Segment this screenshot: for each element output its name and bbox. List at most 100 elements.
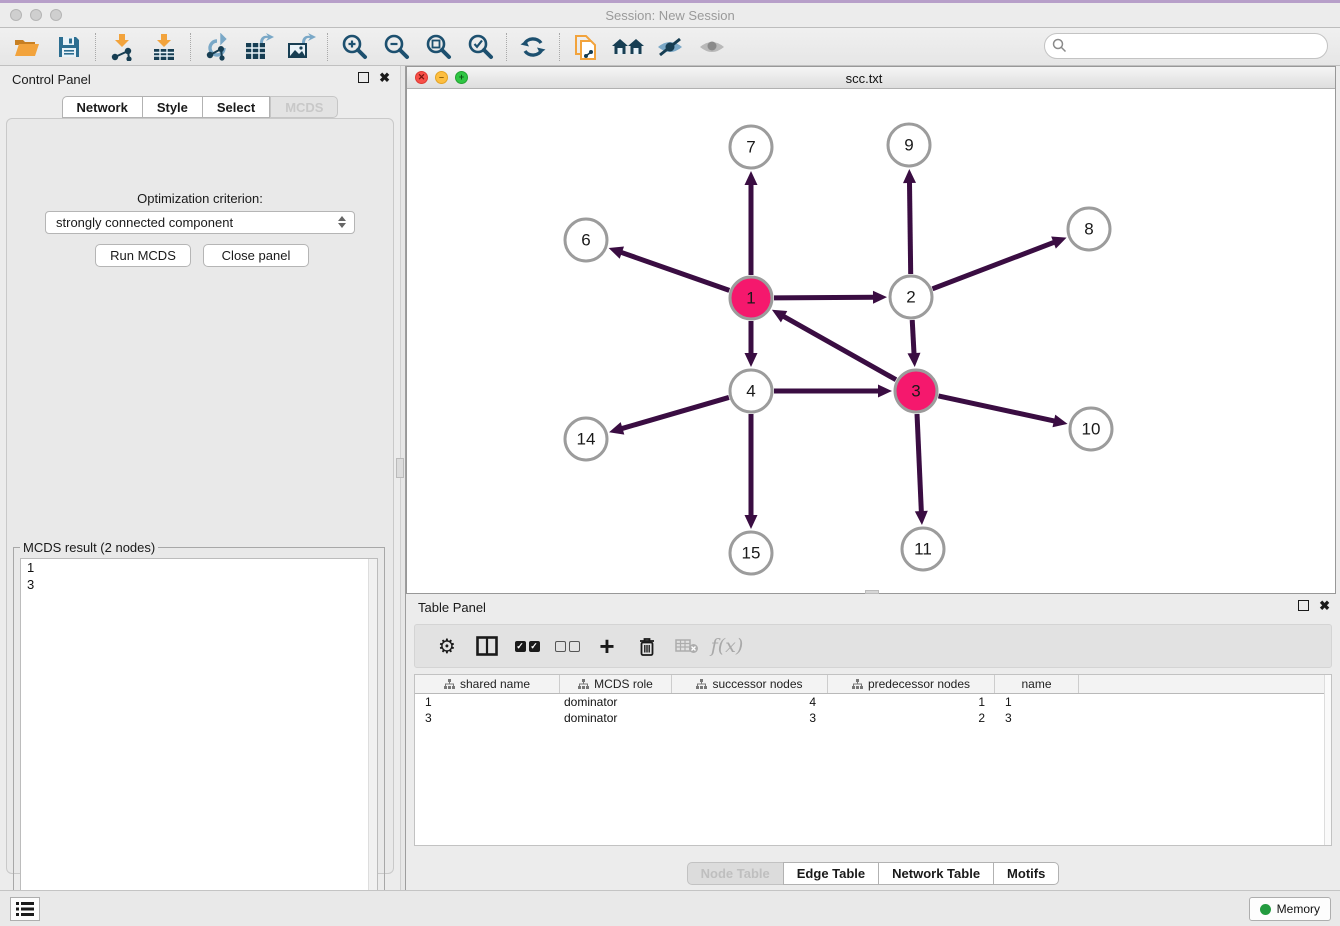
cell-predecessor-nodes: 2: [828, 710, 995, 726]
network-window-titlebar[interactable]: ✕ – + scc.txt: [407, 67, 1335, 89]
dropdown-stepper-icon: [338, 216, 346, 228]
open-file-button[interactable]: [6, 31, 48, 63]
cell-name: 3: [995, 710, 1079, 726]
tab-select[interactable]: Select: [202, 96, 270, 118]
graph-edge-3-1[interactable]: [782, 316, 896, 380]
graph-node-label: 6: [581, 231, 590, 250]
table-row[interactable]: 3 dominator 3 2 3: [415, 710, 1331, 726]
float-table-panel-icon[interactable]: [1298, 600, 1309, 611]
add-column-button[interactable]: +: [589, 629, 625, 663]
graph-arrowhead: [915, 511, 928, 525]
zoom-fit-button[interactable]: [417, 31, 459, 63]
column-header-mcds-role[interactable]: MCDS role: [560, 675, 672, 693]
table-row[interactable]: 1 dominator 4 1 1: [415, 694, 1331, 710]
delete-table-button[interactable]: [669, 629, 705, 663]
save-session-button[interactable]: [48, 31, 90, 63]
graph-edge-2-9[interactable]: [909, 181, 910, 274]
zoom-selected-button[interactable]: [459, 31, 501, 63]
run-mcds-button[interactable]: Run MCDS: [95, 244, 191, 267]
clone-network-button[interactable]: [565, 31, 607, 63]
delete-column-button[interactable]: [629, 629, 665, 663]
graph-edge-3-10[interactable]: [938, 396, 1055, 421]
memory-button[interactable]: Memory: [1249, 897, 1331, 921]
export-table-button[interactable]: [238, 31, 280, 63]
splitter-handle-icon[interactable]: [396, 458, 404, 478]
delete-table-icon: [675, 638, 699, 654]
fx-icon: f(x): [711, 635, 744, 657]
show-all-button[interactable]: [691, 31, 733, 63]
mcds-result-line: 3: [21, 576, 377, 593]
column-header-name[interactable]: name: [995, 675, 1079, 693]
zoom-in-button[interactable]: [333, 31, 375, 63]
trash-icon: [638, 636, 656, 657]
graph-edge-1-2[interactable]: [774, 297, 875, 298]
column-header-successor-nodes[interactable]: successor nodes: [672, 675, 828, 693]
mcds-result-textarea[interactable]: 1 3: [20, 558, 378, 916]
graph-arrowhead: [745, 353, 758, 367]
graph-node-label: 1: [746, 289, 755, 308]
hierarchy-icon: [696, 679, 707, 689]
graph-arrowhead: [907, 353, 920, 367]
home-layout-button[interactable]: [607, 31, 649, 63]
mcds-panel-content: Optimization criterion: strongly connect…: [6, 118, 394, 874]
deselect-all-button[interactable]: [549, 629, 585, 663]
zoom-in-icon: [340, 33, 368, 61]
close-panel-icon[interactable]: ✖: [379, 72, 390, 83]
import-network-button[interactable]: [101, 31, 143, 63]
close-table-panel-icon[interactable]: ✖: [1319, 600, 1330, 611]
graph-edge-4-14[interactable]: [621, 397, 729, 429]
export-network-button[interactable]: [196, 31, 238, 63]
column-header-predecessor-nodes[interactable]: predecessor nodes: [828, 675, 995, 693]
memory-label: Memory: [1277, 902, 1320, 916]
export-image-button[interactable]: [280, 31, 322, 63]
hierarchy-icon: [444, 679, 455, 689]
hide-selected-button[interactable]: [649, 31, 691, 63]
houses-icon: [611, 35, 645, 59]
graph-edge-3-11[interactable]: [917, 414, 921, 513]
select-all-button[interactable]: ✓✓: [509, 629, 545, 663]
close-panel-button[interactable]: Close panel: [203, 244, 309, 267]
graph-node-label: 2: [906, 288, 915, 307]
network-canvas[interactable]: 7968124314101511: [407, 89, 1335, 593]
hierarchy-icon: [852, 679, 863, 689]
graph-edge-2-8[interactable]: [932, 242, 1055, 289]
zoom-out-button[interactable]: [375, 31, 417, 63]
network-graph[interactable]: 7968124314101511: [407, 89, 1335, 593]
graph-arrowhead: [878, 385, 892, 398]
table-settings-button[interactable]: ⚙: [429, 629, 465, 663]
import-table-button[interactable]: [143, 31, 185, 63]
graph-node-label: 8: [1084, 220, 1093, 239]
app-title: Session: New Session: [0, 8, 1340, 23]
tab-network-table[interactable]: Network Table: [878, 862, 993, 885]
function-builder-button[interactable]: f(x): [709, 629, 745, 663]
result-scrollbar[interactable]: [368, 559, 377, 915]
graph-edge-2-3[interactable]: [912, 320, 914, 355]
table-scrollbar[interactable]: [1324, 675, 1331, 845]
table-panel: Table Panel ✖ ⚙ ✓✓: [406, 594, 1340, 890]
graph-node-label: 3: [911, 382, 920, 401]
show-columns-button[interactable]: [469, 629, 505, 663]
criterion-dropdown[interactable]: strongly connected component: [45, 211, 355, 234]
tab-edge-table[interactable]: Edge Table: [783, 862, 878, 885]
graph-arrowhead: [609, 246, 624, 258]
tab-mcds[interactable]: MCDS: [270, 96, 338, 118]
export-image-icon: [286, 33, 316, 61]
network-title: scc.txt: [407, 71, 1321, 86]
tab-motifs[interactable]: Motifs: [993, 862, 1059, 885]
column-header-shared-name[interactable]: shared name: [415, 675, 560, 693]
refresh-button[interactable]: [512, 31, 554, 63]
cell-mcds-role: dominator: [560, 710, 672, 726]
node-table: shared name MCDS role successor nodes pr…: [414, 674, 1332, 846]
zoom-selected-icon: [466, 33, 494, 61]
task-history-button[interactable]: [10, 897, 40, 921]
graph-arrowhead: [903, 169, 916, 183]
tab-network[interactable]: Network: [62, 96, 142, 118]
import-network-icon: [109, 33, 135, 61]
cell-name: 1: [995, 694, 1079, 710]
graph-edge-1-6[interactable]: [620, 252, 729, 290]
float-panel-icon[interactable]: [358, 72, 369, 83]
toolbar-separator: [190, 33, 191, 61]
search-input[interactable]: [1044, 33, 1328, 59]
tab-style[interactable]: Style: [142, 96, 202, 118]
tab-node-table[interactable]: Node Table: [687, 862, 783, 885]
